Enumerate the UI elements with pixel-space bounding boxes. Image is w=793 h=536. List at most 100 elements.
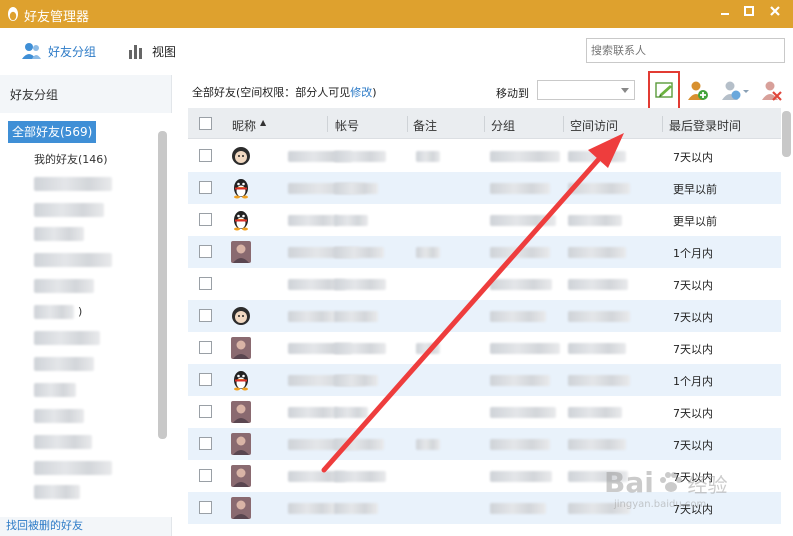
row-checkbox[interactable]	[199, 373, 212, 386]
last-login-cell: 7天以内	[673, 279, 713, 292]
table-row[interactable]: 7天以内	[188, 396, 781, 428]
last-login-cell: 更早以前	[673, 215, 717, 228]
delete-friend-icon[interactable]	[760, 80, 784, 102]
redacted-cell	[490, 503, 546, 514]
group-item[interactable]	[34, 227, 84, 241]
group-item[interactable]	[34, 177, 112, 191]
row-checkbox[interactable]	[199, 469, 212, 482]
redacted-cell	[334, 279, 386, 290]
search-input[interactable]	[586, 38, 785, 63]
cartoon-avatar	[232, 147, 250, 165]
table-row[interactable]: 更早以前	[188, 204, 781, 236]
chevron-down-icon	[621, 88, 629, 93]
maximize-button[interactable]	[739, 4, 759, 24]
redacted-cell	[334, 503, 378, 514]
row-checkbox[interactable]	[199, 341, 212, 354]
last-login-cell: 7天以内	[673, 407, 713, 420]
group-item[interactable]	[34, 485, 80, 499]
table-row[interactable]: 1个月内	[188, 364, 781, 396]
redacted-cell	[490, 215, 556, 226]
table-row[interactable]: 7天以内	[188, 428, 781, 460]
redacted-cell	[334, 407, 368, 418]
group-item[interactable]	[34, 383, 76, 397]
column-header-remark[interactable]: 备注	[413, 117, 437, 134]
table-row[interactable]: 更早以前	[188, 172, 781, 204]
paw-icon	[659, 472, 682, 492]
modify-permission-link[interactable]: 修改	[350, 86, 372, 99]
add-friend-icon[interactable]	[686, 80, 710, 102]
group-item[interactable]	[34, 331, 100, 345]
table-row[interactable]: 1个月内	[188, 236, 781, 268]
photo-avatar	[231, 337, 251, 359]
row-checkbox[interactable]	[199, 213, 212, 226]
column-header-last-login[interactable]: 最后登录时间	[669, 117, 741, 134]
table-row[interactable]: 7天以内	[188, 140, 781, 172]
row-checkbox[interactable]	[199, 149, 212, 162]
column-header-space-visit[interactable]: 空间访问	[570, 117, 618, 134]
redacted-cell	[490, 183, 550, 194]
redacted-cell	[288, 407, 338, 418]
redacted-cell	[416, 247, 440, 258]
bar-chart-icon	[129, 45, 142, 59]
permission-breadcrumb: 全部好友(空间权限：部分人可见修改)	[192, 84, 377, 100]
select-all-checkbox[interactable]	[199, 117, 212, 130]
close-button[interactable]	[765, 4, 785, 24]
tab-view[interactable]: 视图	[128, 40, 176, 62]
table-row[interactable]: 7天以内	[188, 300, 781, 332]
redacted-cell	[288, 215, 338, 226]
sidebar-scrollbar[interactable]	[158, 131, 167, 439]
group-item-my-friends[interactable]: 我的好友(146)	[34, 151, 108, 167]
group-item[interactable]	[34, 203, 104, 217]
group-item[interactable]	[34, 357, 94, 371]
group-item[interactable]	[34, 409, 84, 423]
table-row[interactable]: 孫7天以内	[188, 268, 781, 300]
group-item[interactable]	[34, 279, 94, 293]
photo-avatar	[231, 497, 251, 519]
photo-avatar	[231, 401, 251, 423]
table-row[interactable]: 7天以内	[188, 332, 781, 364]
tab-friend-groups[interactable]: 好友分组	[22, 40, 96, 62]
redacted-cell	[568, 215, 622, 226]
minimize-button[interactable]	[715, 4, 735, 24]
row-checkbox[interactable]	[199, 181, 212, 194]
redacted-cell	[490, 279, 552, 290]
redacted-cell	[490, 439, 550, 450]
row-checkbox[interactable]	[199, 309, 212, 322]
redacted-cell	[288, 311, 336, 322]
last-login-cell: 7天以内	[673, 343, 713, 356]
sidebar-title: 好友分组	[10, 88, 59, 102]
redacted-cell	[568, 183, 630, 194]
row-checkbox[interactable]	[199, 277, 212, 290]
qq-penguin-icon	[8, 7, 18, 21]
column-header-account[interactable]: 帐号	[335, 117, 359, 134]
row-checkbox[interactable]	[199, 405, 212, 418]
window-title: 好友管理器	[24, 10, 90, 25]
last-login-cell: 1个月内	[673, 375, 713, 388]
row-checkbox[interactable]	[199, 245, 212, 258]
redacted-cell	[334, 183, 378, 194]
move-to-select[interactable]	[537, 80, 635, 100]
row-checkbox[interactable]	[199, 501, 212, 514]
redacted-cell	[568, 247, 626, 258]
text-avatar	[231, 273, 251, 295]
group-item[interactable]	[34, 305, 74, 319]
group-item[interactable]	[34, 253, 112, 267]
move-to-label: 移动到	[496, 87, 529, 100]
photo-avatar	[231, 465, 251, 487]
group-item[interactable]	[34, 435, 92, 449]
redacted-cell	[490, 311, 546, 322]
redacted-cell	[334, 215, 368, 226]
group-list: 全部好友(569) 我的好友(146) )	[0, 113, 172, 517]
move-friends-icon[interactable]	[720, 80, 750, 102]
redacted-cell	[334, 471, 386, 482]
qq-penguin-avatar	[234, 179, 248, 199]
group-item[interactable]	[34, 461, 112, 475]
column-header-group[interactable]: 分组	[491, 117, 515, 134]
recover-deleted-friends-link[interactable]: 找回被删的好友	[6, 517, 83, 533]
redacted-cell	[490, 343, 560, 354]
group-item-all-friends[interactable]: 全部好友(569)	[8, 121, 97, 143]
sidebar: 好友分组 全部好友(569) 我的好友(146) ) 找回被删的好友	[0, 75, 172, 536]
row-checkbox[interactable]	[199, 437, 212, 450]
table-scrollbar[interactable]	[782, 111, 791, 157]
column-header-nickname[interactable]: 昵称	[232, 117, 256, 134]
